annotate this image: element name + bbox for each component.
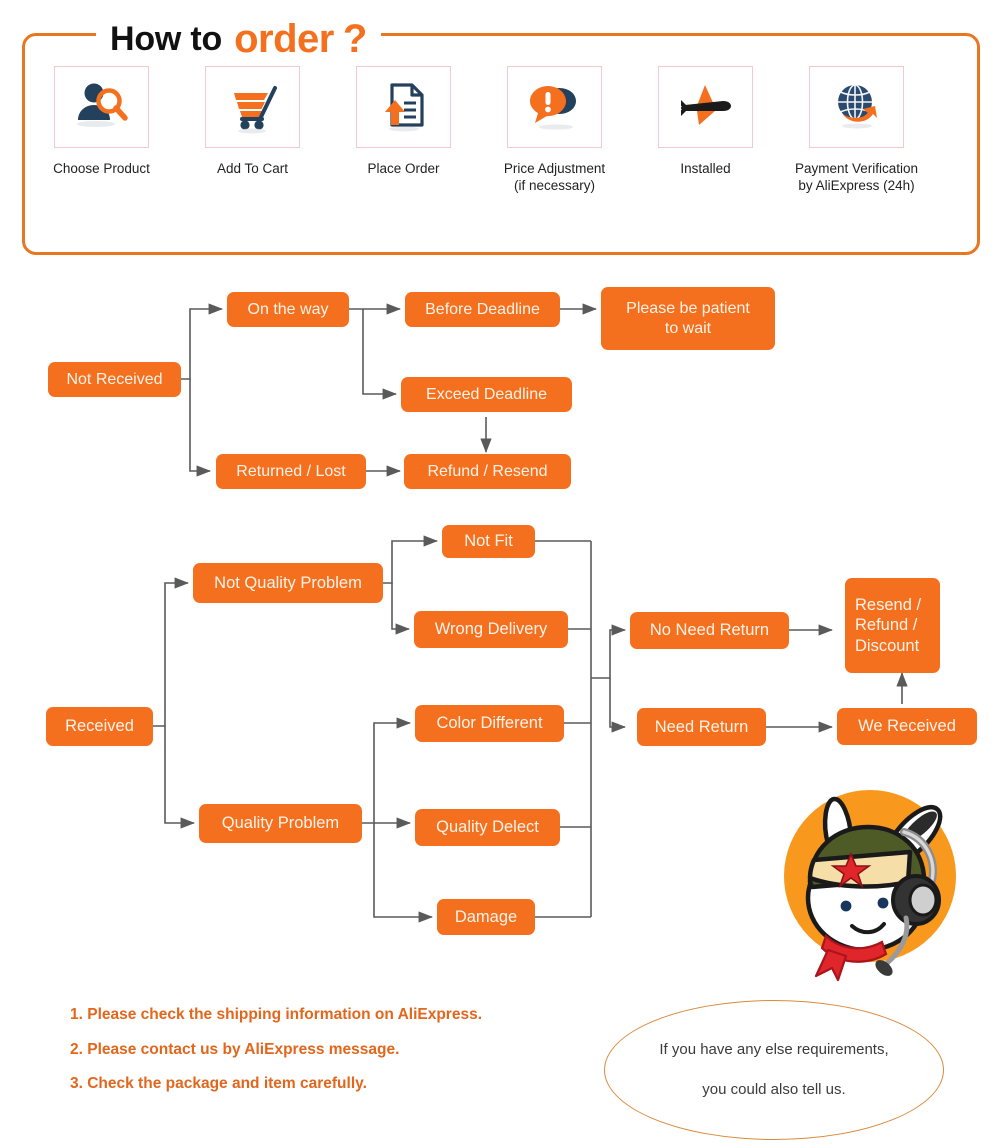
flow-box-on-the-way[interactable]: On the way <box>227 292 349 327</box>
flow-box-resend-refund-discount[interactable]: Resend / Refund / Discount <box>845 578 940 673</box>
flow-box-refund-resend[interactable]: Refund / Resend <box>404 454 571 489</box>
step-label: Place Order <box>367 161 440 176</box>
note-item-1: 1. Please check the shipping information… <box>70 1006 483 1023</box>
globe-arrow-icon <box>809 66 904 148</box>
step-label: Installed <box>680 161 731 176</box>
flow-box-need-return[interactable]: Need Return <box>637 708 766 746</box>
airplane-icon <box>658 66 753 148</box>
step-add-to-cart: Add To Cart <box>177 66 328 194</box>
document-upload-icon <box>356 66 451 148</box>
page-title: How to order ? <box>96 16 382 62</box>
step-label: Choose Product <box>53 161 150 176</box>
flow-box-before-deadline[interactable]: Before Deadline <box>405 292 560 327</box>
flow-box-not-quality-problem[interactable]: Not Quality Problem <box>193 563 383 603</box>
flow-box-color-different[interactable]: Color Different <box>415 705 564 742</box>
flow-box-quality-problem[interactable]: Quality Problem <box>199 804 362 843</box>
flow-box-not-fit[interactable]: Not Fit <box>442 525 535 558</box>
step-payment-verification: Payment Verification by AliExpress (24h) <box>781 66 932 194</box>
title-order: order <box>234 16 334 61</box>
flow-box-we-received[interactable]: We Received <box>837 708 977 745</box>
step-label: Price Adjustment (if necessary) <box>503 161 606 193</box>
flow-box-quality-delect[interactable]: Quality Delect <box>415 809 560 846</box>
flow-box-please-be-patient[interactable]: Please be patient to wait <box>601 287 775 350</box>
mi-bunny-support-mascot-icon <box>766 778 984 990</box>
flow-box-not-received[interactable]: Not Received <box>48 362 181 397</box>
step-price-adjustment: Price Adjustment (if necessary) <box>479 66 630 194</box>
flow-box-damage[interactable]: Damage <box>437 899 535 935</box>
title-how-to: How to <box>110 19 223 58</box>
chat-bubbles-alert-icon <box>507 66 602 148</box>
callout-line-1: If you have any else requirements, <box>659 1041 889 1058</box>
flow-box-returned-lost[interactable]: Returned / Lost <box>216 454 366 489</box>
step-choose-product: Choose Product <box>26 66 177 194</box>
order-steps: Choose Product Add To Cart Place Order P… <box>26 66 932 194</box>
flow-box-received[interactable]: Received <box>46 707 153 746</box>
note-item-3: 3. Check the package and item carefully. <box>70 1075 367 1092</box>
flow-box-wrong-delivery[interactable]: Wrong Delivery <box>414 611 568 648</box>
flow-box-no-need-return[interactable]: No Need Return <box>630 612 789 649</box>
callout-line-2: you could also tell us. <box>702 1081 846 1098</box>
step-label: Add To Cart <box>216 161 289 176</box>
step-place-order: Place Order <box>328 66 479 194</box>
person-search-icon <box>54 66 149 148</box>
flow-box-exceed-deadline[interactable]: Exceed Deadline <box>401 377 572 412</box>
requirements-callout: If you have any else requirements, you c… <box>604 1000 944 1140</box>
step-label: Payment Verification by AliExpress (24h) <box>794 161 919 193</box>
title-question-mark: ? <box>342 16 368 61</box>
step-installed: Installed <box>630 66 781 194</box>
shopping-cart-icon <box>205 66 300 148</box>
note-item-2: 2. Please contact us by AliExpress messa… <box>70 1041 400 1058</box>
